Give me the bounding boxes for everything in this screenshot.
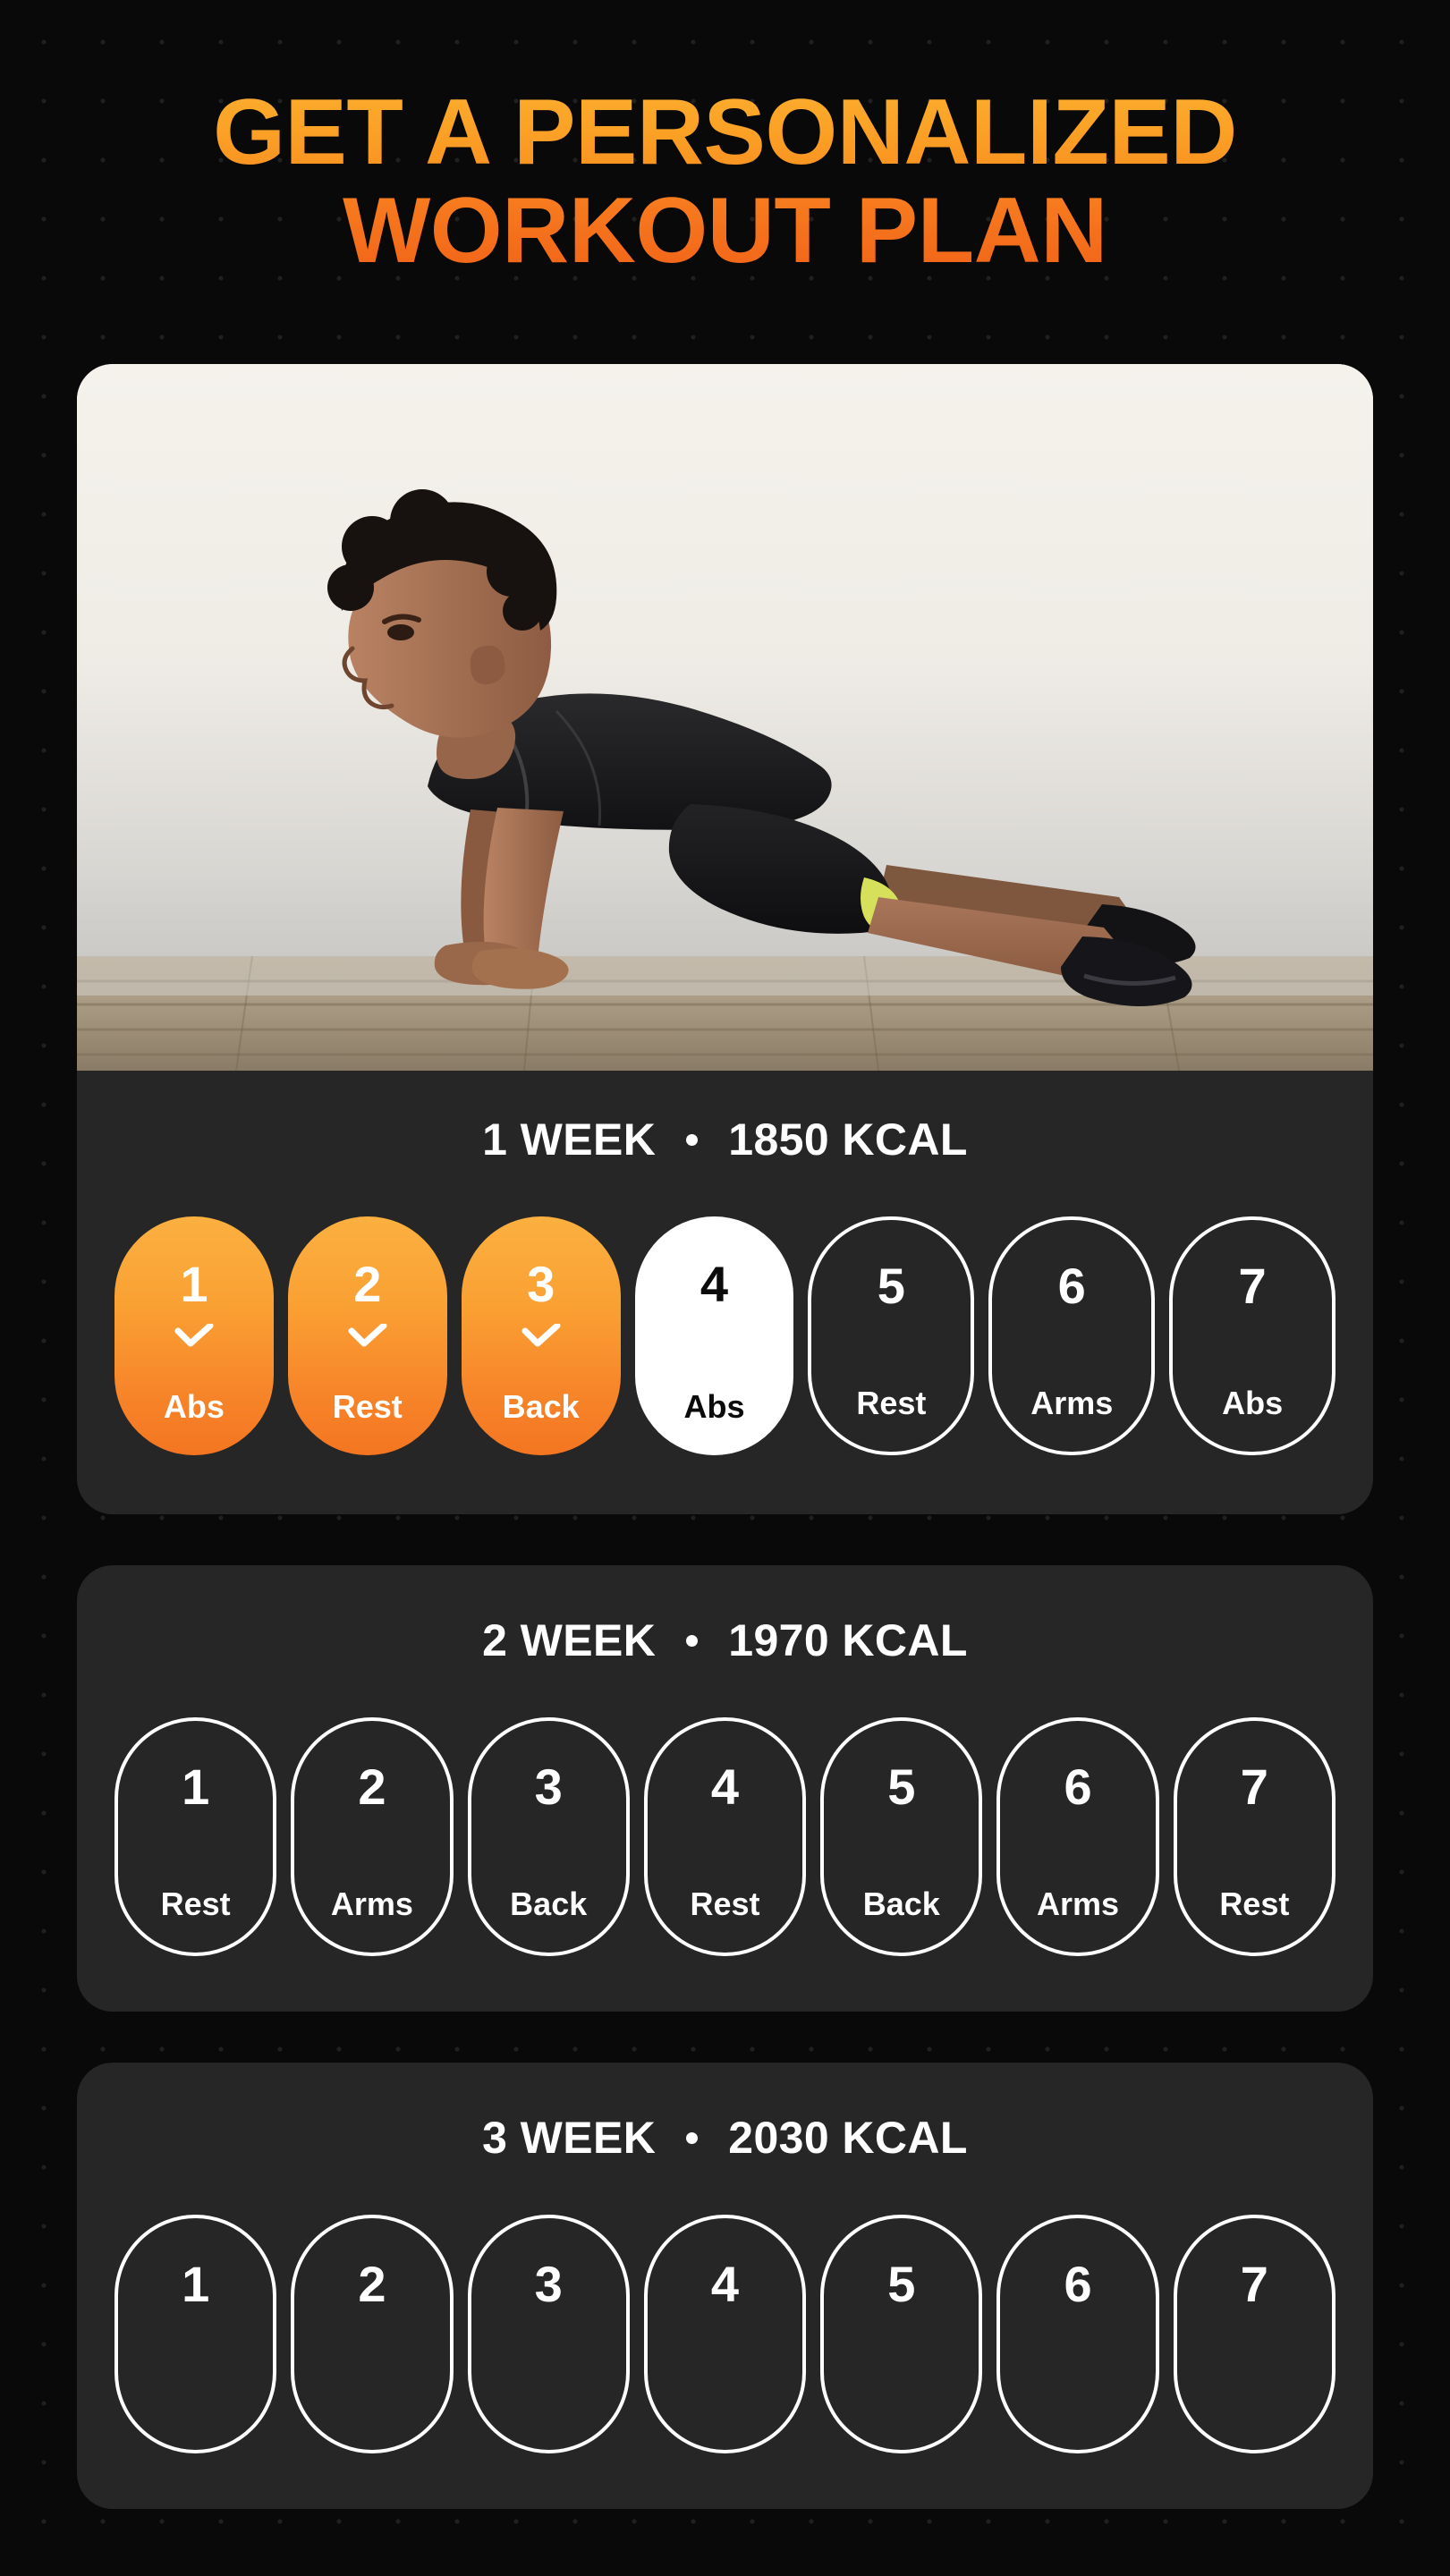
- day-pill[interactable]: 7 Rest: [1173, 1717, 1336, 1956]
- day-pill[interactable]: 4 Rest: [643, 1717, 807, 1956]
- day-pill[interactable]: 1 Rest: [114, 1717, 277, 1956]
- day-pill[interactable]: 7: [1173, 2215, 1336, 2453]
- page-title: GET A PERSONALIZED WORKOUT PLAN: [77, 0, 1373, 277]
- day-label: Back: [502, 1388, 580, 1425]
- day-pill[interactable]: 5 Back: [820, 1717, 983, 1956]
- day-number: 7: [1240, 1758, 1268, 1815]
- day-pill[interactable]: 3: [467, 2215, 630, 2453]
- day-label: Rest: [1219, 1885, 1290, 1922]
- day-label: Rest: [856, 1385, 927, 1421]
- week-card-header: 1 WEEK 1850 KCAL: [77, 1071, 1373, 1165]
- week-card[interactable]: 1 WEEK 1850 KCAL 1 Abs 2 Rest 3 Back 4 Abs 5 Rest 6 A…: [77, 364, 1373, 1514]
- day-number: 6: [1057, 1258, 1086, 1314]
- day-pill[interactable]: 4 Abs: [634, 1216, 794, 1455]
- day-label: Back: [510, 1885, 588, 1922]
- day-pill[interactable]: 2: [291, 2215, 454, 2453]
- hero-photo: [77, 364, 1373, 1071]
- day-pill[interactable]: 4: [643, 2215, 807, 2453]
- week-kcal: 1850 KCAL: [728, 1114, 968, 1165]
- day-number: 3: [527, 1256, 555, 1312]
- day-pill[interactable]: 7 Abs: [1169, 1216, 1336, 1455]
- day-label: Rest: [332, 1388, 403, 1425]
- week-card-header: 3 WEEK 2030 KCAL: [77, 2063, 1373, 2164]
- app-screen: GET A PERSONALIZED WORKOUT PLAN 1 WEEK 1…: [0, 0, 1450, 2576]
- day-number: 6: [1064, 2256, 1092, 2312]
- day-label: Rest: [160, 1885, 231, 1922]
- week-title: 2 WEEK: [482, 1615, 657, 1665]
- day-pill[interactable]: 1: [114, 2215, 277, 2453]
- day-pill[interactable]: 1 Abs: [114, 1216, 274, 1455]
- week-card[interactable]: 3 WEEK 2030 KCAL 1 2 3 4 5 6 7: [77, 2063, 1373, 2509]
- week-card-list: 1 WEEK 1850 KCAL 1 Abs 2 Rest 3 Back 4 Abs 5 Rest 6 A…: [77, 364, 1373, 2509]
- day-pill[interactable]: 3 Back: [467, 1717, 630, 1956]
- day-number: 7: [1238, 1258, 1267, 1314]
- day-label: Back: [862, 1885, 940, 1922]
- day-number: 3: [534, 2256, 563, 2312]
- page-title-line-2: WORKOUT PLAN: [77, 184, 1373, 277]
- day-number: 2: [353, 1256, 382, 1312]
- day-label: Abs: [163, 1388, 225, 1425]
- day-number: 4: [710, 2256, 740, 2312]
- day-pill-row: 1 Rest 2 Arms 3 Back 4 Rest 5 Back 6 Arms 7 Rest: [77, 1666, 1373, 2012]
- week-title: 3 WEEK: [482, 2113, 657, 2163]
- day-label: Rest: [690, 1885, 760, 1922]
- day-number: 1: [182, 2256, 210, 2312]
- week-kcal: 1970 KCAL: [728, 1615, 968, 1665]
- day-number: 1: [182, 1758, 210, 1815]
- day-pill-row: 1 2 3 4 5 6 7: [77, 2164, 1373, 2509]
- week-title: 1 WEEK: [482, 1114, 657, 1165]
- day-label: Arms: [330, 1885, 413, 1922]
- day-number: 5: [887, 2256, 916, 2312]
- check-icon: [521, 1324, 561, 1347]
- day-number: 5: [877, 1258, 905, 1314]
- day-number: 4: [700, 1256, 729, 1312]
- week-card-header: 2 WEEK 1970 KCAL: [77, 1565, 1373, 1666]
- page-content: GET A PERSONALIZED WORKOUT PLAN 1 WEEK 1…: [0, 0, 1450, 2509]
- check-icon: [174, 1324, 214, 1347]
- day-number: 2: [358, 1758, 386, 1815]
- separator-dot-icon: [686, 1634, 699, 1647]
- day-number: 1: [180, 1256, 208, 1312]
- day-number: 2: [358, 2256, 386, 2312]
- day-pill[interactable]: 2 Arms: [291, 1717, 454, 1956]
- day-label: Arms: [1037, 1885, 1120, 1922]
- day-pill[interactable]: 3 Back: [461, 1216, 621, 1455]
- day-number: 4: [710, 1758, 740, 1815]
- day-pill[interactable]: 6 Arms: [988, 1216, 1156, 1455]
- day-label: Abs: [683, 1388, 745, 1425]
- separator-dot-icon: [686, 2131, 699, 2144]
- day-number: 5: [887, 1758, 916, 1815]
- day-pill[interactable]: 5: [820, 2215, 983, 2453]
- day-number: 3: [534, 1758, 563, 1815]
- day-pill[interactable]: 6: [996, 2215, 1159, 2453]
- week-card[interactable]: 2 WEEK 1970 KCAL 1 Rest 2 Arms 3 Back 4 Rest 5 Back…: [77, 1565, 1373, 2012]
- day-pill[interactable]: 6 Arms: [996, 1717, 1159, 1956]
- day-number: 7: [1240, 2256, 1268, 2312]
- check-icon: [348, 1324, 387, 1347]
- day-label: Abs: [1222, 1385, 1284, 1421]
- day-pill[interactable]: 5 Rest: [808, 1216, 975, 1455]
- day-number: 6: [1064, 1758, 1092, 1815]
- page-title-line-1: GET A PERSONALIZED: [77, 86, 1373, 179]
- separator-dot-icon: [686, 1133, 699, 1146]
- week-kcal: 2030 KCAL: [728, 2113, 968, 2163]
- day-pill[interactable]: 2 Rest: [287, 1216, 447, 1455]
- day-label: Arms: [1030, 1385, 1114, 1421]
- day-pill-row: 1 Abs 2 Rest 3 Back 4 Abs 5 Rest 6 Arms 7 Abs: [77, 1165, 1373, 1514]
